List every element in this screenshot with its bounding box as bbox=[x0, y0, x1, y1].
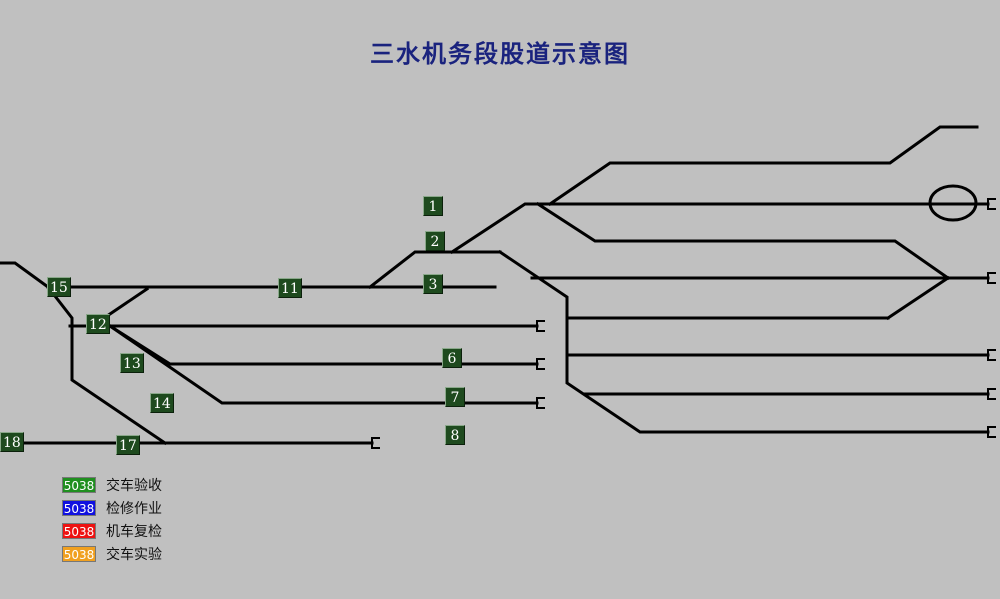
legend-swatch: 5038 bbox=[62, 546, 96, 562]
track-label-13[interactable]: 13 bbox=[120, 353, 144, 373]
track-label-2[interactable]: 2 bbox=[425, 231, 445, 251]
track-label-8[interactable]: 8 bbox=[445, 425, 465, 445]
legend-item: 5038 机车复检 bbox=[62, 522, 162, 540]
track-line bbox=[104, 286, 150, 319]
legend-label: 机车复检 bbox=[106, 524, 162, 540]
track-label-11[interactable]: 11 bbox=[278, 278, 302, 298]
track-label-15[interactable]: 15 bbox=[47, 277, 71, 297]
track-label-14[interactable]: 14 bbox=[150, 393, 174, 413]
track-line bbox=[0, 261, 51, 290]
legend-swatch: 5038 bbox=[62, 523, 96, 539]
legend-item: 5038 检修作业 bbox=[62, 499, 162, 517]
track-line bbox=[107, 323, 539, 366]
legend-item: 5038 交车实验 bbox=[62, 545, 162, 563]
track-line bbox=[547, 125, 979, 207]
track-label-1[interactable]: 1 bbox=[423, 196, 443, 216]
track-line bbox=[885, 275, 951, 321]
track-label-17[interactable]: 17 bbox=[116, 435, 140, 455]
legend-swatch: 5038 bbox=[62, 477, 96, 493]
track-label-7[interactable]: 7 bbox=[445, 387, 465, 407]
track-line bbox=[449, 202, 937, 255]
track-line bbox=[45, 284, 168, 446]
yard-diagram: 三水机务段股道示意图 1 2 3 6 7 8 11 12 13 14 15 17… bbox=[0, 0, 1000, 599]
track-label-3[interactable]: 3 bbox=[423, 274, 443, 294]
legend-item: 5038 交车验收 bbox=[62, 476, 162, 494]
track-line bbox=[535, 201, 951, 281]
legend-label: 交车验收 bbox=[106, 478, 162, 494]
track-label-12[interactable]: 12 bbox=[86, 314, 110, 334]
track-label-18[interactable]: 18 bbox=[0, 432, 24, 452]
track-label-6[interactable]: 6 bbox=[442, 348, 462, 368]
legend-label: 检修作业 bbox=[106, 501, 162, 517]
legend-label: 交车实验 bbox=[106, 547, 162, 563]
legend-swatch: 5038 bbox=[62, 500, 96, 516]
